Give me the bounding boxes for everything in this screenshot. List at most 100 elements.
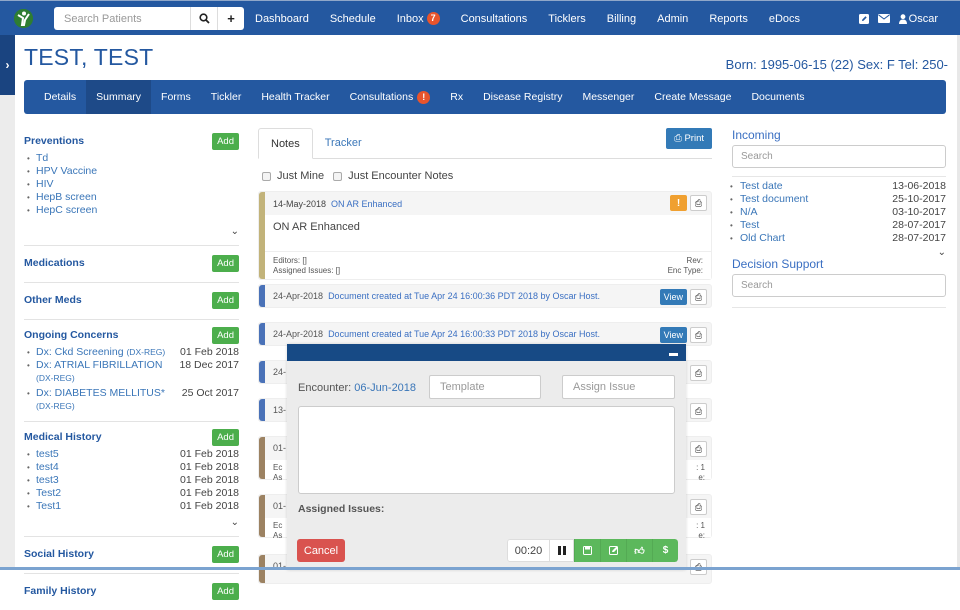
- tab-health-tracker[interactable]: Health Tracker: [251, 80, 339, 114]
- template-input[interactable]: [429, 375, 541, 399]
- list-item[interactable]: HepC screen: [24, 204, 239, 217]
- nav-label: Admin: [657, 12, 689, 25]
- just-mine-checkbox[interactable]: [262, 171, 271, 181]
- save-button[interactable]: [574, 539, 600, 562]
- tab-details[interactable]: Details: [34, 80, 86, 114]
- print-note-button[interactable]: ⎙: [690, 327, 707, 343]
- print-note-button[interactable]: ⎙: [690, 499, 707, 515]
- tab-forms[interactable]: Forms: [151, 80, 201, 114]
- print-note-button[interactable]: ⎙: [690, 289, 707, 305]
- nav-inbox[interactable]: Inbox 7: [397, 12, 440, 25]
- nav-dashboard[interactable]: Dashboard: [255, 13, 309, 25]
- nav-reports[interactable]: Reports: [709, 13, 748, 25]
- decision-support-search-input[interactable]: [732, 274, 946, 297]
- tab-rx[interactable]: Rx: [440, 80, 473, 114]
- encounter-note-textarea[interactable]: [298, 406, 675, 494]
- incoming-search-input[interactable]: [732, 145, 946, 168]
- list-item[interactable]: test4 01 Feb 2018: [24, 461, 239, 474]
- note-card[interactable]: 24-Apr-2018 Document created at Tue Apr …: [258, 284, 712, 308]
- note-title[interactable]: ON AR Enhanced: [331, 199, 402, 209]
- list-item[interactable]: Dx: ATRIAL FIBRILLATION (DX-REG) 18 Dec 20…: [24, 359, 239, 385]
- list-item[interactable]: test3 01 Feb 2018: [24, 474, 239, 487]
- nav-ticklers[interactable]: Ticklers: [548, 13, 585, 25]
- warning-icon[interactable]: !: [670, 195, 687, 211]
- cancel-button[interactable]: Cancel: [297, 539, 345, 562]
- tab-consultations[interactable]: Consultations!: [340, 80, 441, 114]
- chevron-down-icon[interactable]: ⌄: [24, 226, 239, 237]
- list-item[interactable]: Dx: DIABETES MELLITUS* (DX-REG) 25 Oct 201…: [24, 387, 239, 413]
- tab-notes[interactable]: Notes: [258, 128, 313, 159]
- note-title[interactable]: Document created at Tue Apr 24 16:00:36 …: [328, 291, 600, 301]
- list-item[interactable]: Test1 01 Feb 2018: [24, 500, 239, 513]
- tab-tracker[interactable]: Tracker: [313, 128, 374, 158]
- bill-button[interactable]: $: [652, 539, 678, 562]
- print-note-button[interactable]: ⎙: [690, 195, 707, 211]
- add-medical-history-button[interactable]: Add: [212, 428, 239, 446]
- note-card[interactable]: 24-Apr-2018 Document created at Tue Apr …: [258, 322, 712, 346]
- print-note-button[interactable]: ⎙: [690, 441, 707, 457]
- medical-history-title[interactable]: Medical History: [24, 431, 102, 443]
- tab-documents[interactable]: Documents: [741, 80, 814, 114]
- list-item[interactable]: Td: [24, 152, 239, 165]
- nav-consultations[interactable]: Consultations: [461, 13, 528, 25]
- search-patients-input[interactable]: [54, 7, 190, 30]
- nav-schedule[interactable]: Schedule: [330, 13, 376, 25]
- tab-summary[interactable]: Summary: [86, 80, 152, 114]
- tab-tickler[interactable]: Tickler: [201, 80, 252, 114]
- list-item[interactable]: Test document 25-10-2017: [728, 193, 946, 206]
- pause-timer-button[interactable]: [549, 539, 574, 562]
- view-document-button[interactable]: View: [659, 327, 687, 343]
- tab-messenger[interactable]: Messenger: [572, 80, 644, 114]
- list-item[interactable]: test5 01 Feb 2018: [24, 448, 239, 461]
- encounter-date[interactable]: 06-Jun-2018: [354, 382, 416, 394]
- nav-label: eDocs: [768, 12, 801, 25]
- preventions-title[interactable]: Preventions: [24, 135, 84, 147]
- add-prevention-button[interactable]: Add: [212, 132, 239, 150]
- list-item[interactable]: Test date 13-06-2018: [728, 180, 946, 193]
- list-item[interactable]: HepB screen: [24, 191, 239, 204]
- nav-admin[interactable]: Admin: [657, 13, 688, 25]
- sidebar-toggle-button[interactable]: ›: [0, 35, 15, 95]
- other-meds-title[interactable]: Other Meds: [24, 294, 82, 306]
- sign-verify-button[interactable]: 👍︎: [626, 539, 652, 562]
- search-button[interactable]: [190, 7, 217, 30]
- oscar-logo-icon[interactable]: [14, 9, 33, 28]
- chevron-down-icon[interactable]: ⌄: [24, 517, 239, 528]
- tab-create-message[interactable]: Create Message: [644, 80, 741, 114]
- family-history-title[interactable]: Family History: [24, 585, 96, 597]
- minimize-icon[interactable]: [669, 353, 678, 356]
- list-item[interactable]: N/A 03-10-2017: [728, 206, 946, 219]
- edit-icon[interactable]: [858, 13, 869, 24]
- list-item[interactable]: Test2 01 Feb 2018: [24, 487, 239, 500]
- print-button[interactable]: ⎙ Print: [666, 128, 712, 149]
- add-ongoing-concern-button[interactable]: Add: [212, 326, 239, 344]
- add-family-history-button[interactable]: Add: [212, 582, 239, 600]
- list-item[interactable]: Dx: Ckd Screening (DX-REG) 01 Feb 2018: [24, 346, 239, 359]
- just-encounter-notes-checkbox[interactable]: [333, 171, 343, 181]
- add-social-history-button[interactable]: Add: [212, 545, 239, 563]
- other-meds-section: Other Meds Add: [24, 283, 239, 320]
- nav-billing[interactable]: Billing: [607, 13, 636, 25]
- add-other-med-button[interactable]: Add: [212, 291, 239, 309]
- nav-edocs[interactable]: eDocs: [769, 13, 800, 25]
- list-item[interactable]: Test 28-07-2017: [728, 219, 946, 232]
- note-card[interactable]: 14-May-2018 ON AR Enhanced ! ⎙ ON AR Enh…: [258, 191, 712, 280]
- view-document-button[interactable]: View: [659, 289, 687, 305]
- ongoing-concerns-title[interactable]: Ongoing Concerns: [24, 329, 119, 341]
- add-patient-button[interactable]: +: [217, 7, 244, 30]
- list-item[interactable]: HIV: [24, 178, 239, 191]
- medications-title[interactable]: Medications: [24, 257, 85, 269]
- sign-button[interactable]: [600, 539, 626, 562]
- list-item[interactable]: Old Chart 28-07-2017: [728, 232, 946, 245]
- note-title[interactable]: Document created at Tue Apr 24 16:00:33 …: [328, 329, 600, 339]
- mail-icon[interactable]: [877, 14, 890, 23]
- list-item[interactable]: HPV Vaccine: [24, 165, 239, 178]
- tab-disease-registry[interactable]: Disease Registry: [473, 80, 572, 114]
- add-medication-button[interactable]: Add: [212, 254, 239, 272]
- username-link[interactable]: Oscar: [909, 13, 938, 25]
- item-name: test3: [36, 474, 59, 486]
- social-history-title[interactable]: Social History: [24, 548, 94, 560]
- print-note-button[interactable]: ⎙: [690, 365, 707, 381]
- assign-issue-input[interactable]: [562, 375, 675, 399]
- print-note-button[interactable]: ⎙: [690, 403, 707, 419]
